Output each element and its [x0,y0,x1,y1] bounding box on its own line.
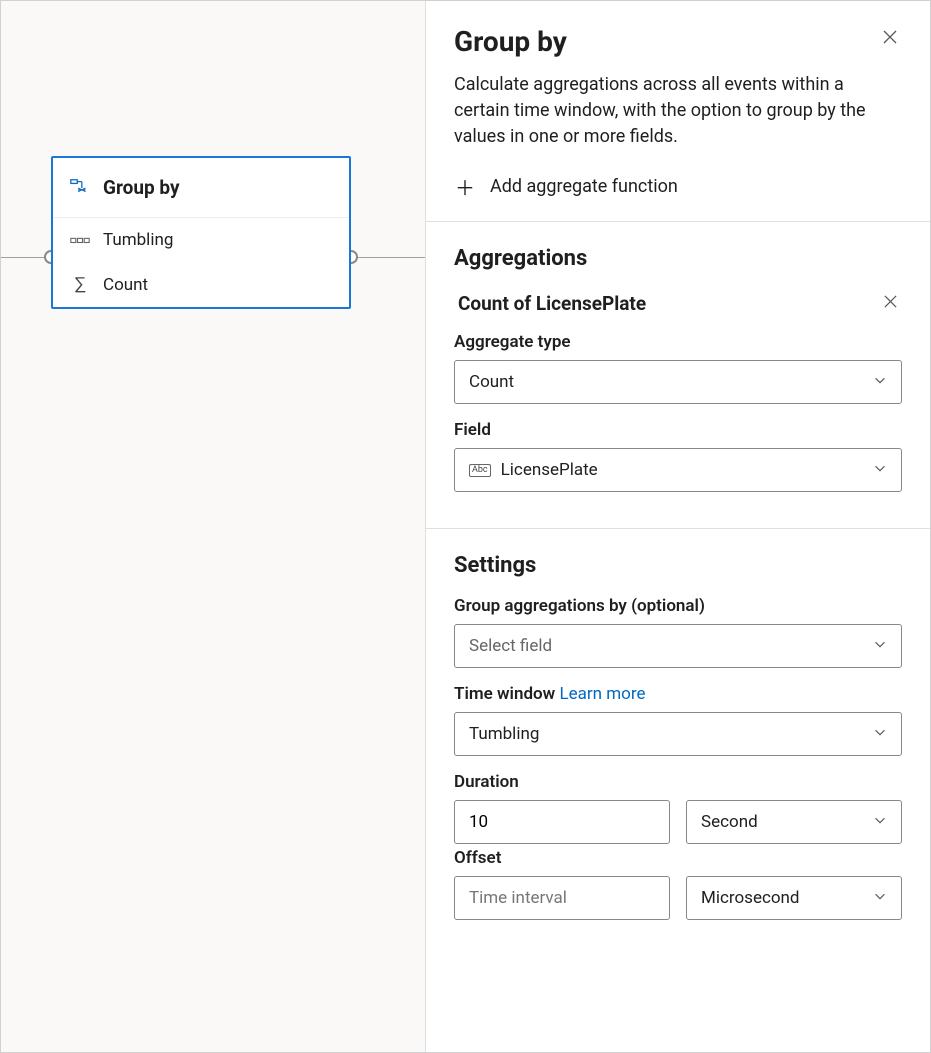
add-aggregate-label: Add aggregate function [490,176,678,197]
group-by-label: Group aggregations by (optional) [454,596,902,616]
node-row-tumbling: Tumbling [53,218,349,262]
panel-description: Calculate aggregations across all events… [454,72,902,150]
learn-more-link[interactable]: Learn more [559,684,645,704]
offset-input[interactable] [454,876,670,920]
field-value: LicensePlate [501,460,598,480]
chevron-down-icon [873,636,887,656]
chevron-down-icon [873,460,887,480]
time-window-label-text: Time window [454,684,555,704]
settings-heading: Settings [454,553,902,578]
remove-aggregation-icon[interactable] [879,289,902,318]
node-row-label: Count [103,275,148,295]
chevron-down-icon [873,724,887,744]
settings-section: Settings Group aggregations by (optional… [426,529,930,940]
panel-title: Group by [454,25,567,58]
aggregations-section: Aggregations Count of LicensePlate Aggre… [426,222,930,529]
group-by-select[interactable]: Select field [454,624,902,668]
duration-input[interactable] [454,800,670,844]
duration-unit-value: Second [701,812,758,832]
panel-header-section: Group by Calculate aggregations across a… [426,1,930,222]
sigma-icon: ∑ [69,274,91,295]
chevron-down-icon [873,812,887,832]
node-row-count: ∑ Count [53,262,349,307]
time-window-select[interactable]: Tumbling [454,712,902,756]
plus-icon: ＋ [454,172,476,201]
offset-label: Offset [454,848,902,868]
groupby-node[interactable]: Group by Tumbling ∑ Count [51,156,351,309]
tumbling-icon [69,233,91,247]
string-type-icon: Abc [469,464,491,477]
edge [351,257,427,258]
canvas: Group by Tumbling ∑ Count [1,1,426,1052]
offset-unit-value: Microsecond [701,888,800,908]
config-panel: Group by Calculate aggregations across a… [425,1,930,1052]
aggregate-type-select[interactable]: Count [454,360,902,404]
group-by-placeholder: Select field [469,636,552,656]
close-icon[interactable] [878,25,902,54]
duration-label: Duration [454,772,902,792]
aggregate-type-value: Count [469,372,514,392]
time-window-value: Tumbling [469,724,539,744]
chevron-down-icon [873,372,887,392]
chevron-down-icon [873,888,887,908]
node-row-label: Tumbling [103,230,173,250]
groupby-icon [69,177,91,199]
aggregate-type-label: Aggregate type [454,332,902,352]
aggregation-item-title: Count of LicensePlate [454,292,646,315]
aggregations-heading: Aggregations [454,246,902,271]
field-label: Field [454,420,902,440]
offset-unit-select[interactable]: Microsecond [686,876,902,920]
add-aggregate-button[interactable]: ＋ Add aggregate function [454,172,902,201]
node-header: Group by [53,158,349,218]
node-title: Group by [103,176,180,199]
field-select[interactable]: Abc LicensePlate [454,448,902,492]
duration-unit-select[interactable]: Second [686,800,902,844]
time-window-label: Time window Learn more [454,684,902,704]
